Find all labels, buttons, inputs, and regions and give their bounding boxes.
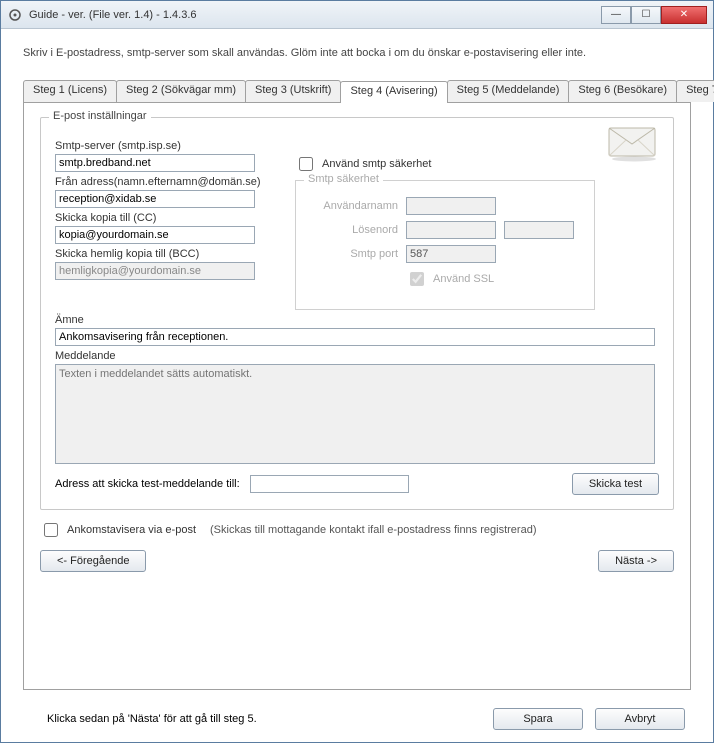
footer-hint: Klicka sedan på 'Nästa' för att gå till … xyxy=(47,713,257,725)
use-ssl-checkbox: Använd SSL xyxy=(406,269,494,289)
titlebar[interactable]: Guide - ver. (File ver. 1.4) - 1.4.3.6 —… xyxy=(1,1,713,29)
nav-row: <- Föregående Nästa -> xyxy=(40,550,674,572)
tab-step1[interactable]: Steg 1 (Licens) xyxy=(23,80,117,102)
save-button[interactable]: Spara xyxy=(493,708,583,730)
email-settings-group: E-post inställningar Smtp-server (smtp.i… xyxy=(40,117,674,510)
use-ssl-box xyxy=(410,272,424,286)
security-legend: Smtp säkerhet xyxy=(304,173,383,185)
message-label: Meddelande xyxy=(55,350,659,362)
use-smtp-security-checkbox[interactable]: Använd smtp säkerhet xyxy=(295,154,595,174)
test-address-input[interactable] xyxy=(250,475,409,493)
minimize-button[interactable]: — xyxy=(601,6,631,24)
use-ssl-label: Använd SSL xyxy=(433,273,494,285)
username-input xyxy=(406,197,496,215)
cc-input[interactable] xyxy=(55,226,255,244)
ankomstavisera-box[interactable] xyxy=(44,523,58,537)
username-label: Användarnamn xyxy=(308,200,398,212)
tab-step3[interactable]: Steg 3 (Utskrift) xyxy=(245,80,341,102)
password-input xyxy=(406,221,496,239)
app-window: Guide - ver. (File ver. 1.4) - 1.4.3.6 —… xyxy=(0,0,714,743)
test-row: Adress att skicka test-meddelande till: … xyxy=(55,473,659,495)
next-button[interactable]: Nästa -> xyxy=(598,550,674,572)
smtp-security-group: Smtp säkerhet Användarnamn Lösenord xyxy=(295,180,595,310)
tab-step5[interactable]: Steg 5 (Meddelande) xyxy=(447,80,570,102)
cancel-button[interactable]: Avbryt xyxy=(595,708,685,730)
smtp-server-label: Smtp-server (smtp.isp.se) xyxy=(55,140,265,152)
from-address-input[interactable] xyxy=(55,190,255,208)
ankomstavisera-checkbox[interactable]: Ankomstavisera via e-post xyxy=(40,520,196,540)
bcc-label: Skicka hemlig kopia till (BCC) xyxy=(55,248,265,260)
left-column: Smtp-server (smtp.isp.se) Från adress(na… xyxy=(55,136,265,310)
message-textarea xyxy=(55,364,655,464)
smtp-port-label: Smtp port xyxy=(308,248,398,260)
group-legend: E-post inställningar xyxy=(49,110,151,122)
tab-strip: Steg 1 (Licens) Steg 2 (Sökvägar mm) Ste… xyxy=(23,80,691,102)
tab-step2[interactable]: Steg 2 (Sökvägar mm) xyxy=(116,80,246,102)
ankomstavisera-label: Ankomstavisera via e-post xyxy=(67,524,196,536)
tab-step7[interactable]: Steg 7(Övrigt) xyxy=(676,80,714,102)
instruction-text: Skriv i E-postadress, smtp-server som sk… xyxy=(23,45,691,62)
from-address-label: Från adress(namn.efternamn@domän.se) xyxy=(55,176,265,188)
smtp-port-input xyxy=(406,245,496,263)
smtp-server-input[interactable] xyxy=(55,154,255,172)
right-column: Använd smtp säkerhet Smtp säkerhet Använ… xyxy=(295,136,595,310)
previous-button[interactable]: <- Föregående xyxy=(40,550,146,572)
test-address-label: Adress att skicka test-meddelande till: xyxy=(55,478,240,490)
content-area: Skriv i E-postadress, smtp-server som sk… xyxy=(1,29,713,742)
footer: Klicka sedan på 'Nästa' för att gå till … xyxy=(23,690,691,730)
subject-input[interactable] xyxy=(55,328,655,346)
send-test-button[interactable]: Skicka test xyxy=(572,473,659,495)
password-confirm-input xyxy=(504,221,574,239)
maximize-button[interactable]: ☐ xyxy=(631,6,661,24)
ankom-row: Ankomstavisera via e-post (Skickas till … xyxy=(40,520,674,540)
cc-label: Skicka kopia till (CC) xyxy=(55,212,265,224)
password-label: Lösenord xyxy=(308,224,398,236)
app-gear-icon xyxy=(7,7,23,23)
tab-step4[interactable]: Steg 4 (Avisering) xyxy=(340,81,447,103)
use-smtp-security-box[interactable] xyxy=(299,157,313,171)
ankomstavisera-hint: (Skickas till mottagande kontakt ifall e… xyxy=(210,524,536,536)
tab-panel: E-post inställningar Smtp-server (smtp.i… xyxy=(23,102,691,691)
envelope-icon xyxy=(607,124,661,165)
window-title: Guide - ver. (File ver. 1.4) - 1.4.3.6 xyxy=(29,9,601,21)
window-buttons: — ☐ ✕ xyxy=(601,6,707,24)
bcc-input[interactable] xyxy=(55,262,255,280)
tab-step6[interactable]: Steg 6 (Besökare) xyxy=(568,80,677,102)
close-button[interactable]: ✕ xyxy=(661,6,707,24)
subject-label: Ämne xyxy=(55,314,659,326)
use-smtp-security-label: Använd smtp säkerhet xyxy=(322,158,431,170)
